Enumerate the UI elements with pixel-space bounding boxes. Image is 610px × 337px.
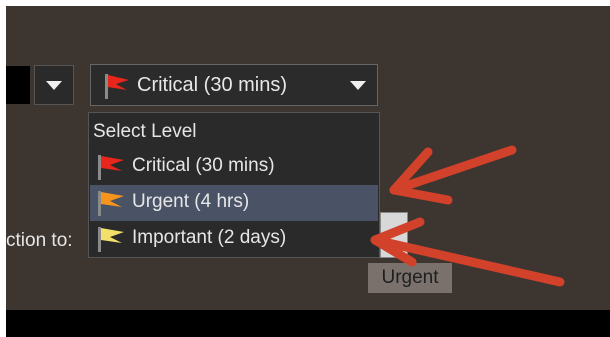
- annotation-arrows: [370, 145, 565, 287]
